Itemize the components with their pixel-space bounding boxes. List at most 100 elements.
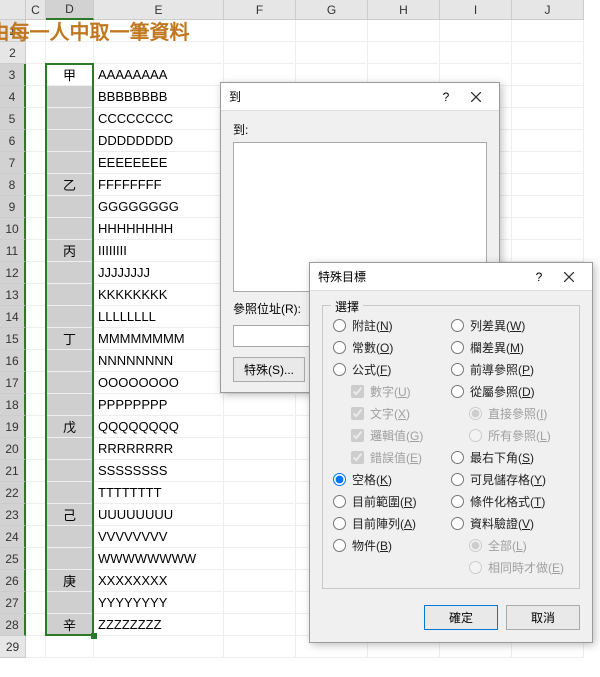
cell[interactable] [26,86,46,108]
cell[interactable] [224,504,296,526]
cell[interactable] [46,526,94,548]
radio-input[interactable] [451,363,464,376]
col-header-F[interactable]: F [224,0,296,20]
cell[interactable]: AAAAAAAA [94,64,224,86]
special-button[interactable]: 特殊(S)... [233,357,305,382]
row-header[interactable]: 4 [0,86,26,108]
cell[interactable] [26,460,46,482]
row-header[interactable]: 24 [0,526,26,548]
option-item[interactable]: 常數(O) [333,336,451,358]
cell[interactable] [46,108,94,130]
radio-input[interactable] [451,451,464,464]
cell[interactable] [94,42,224,64]
cell[interactable] [46,152,94,174]
option-item[interactable]: 可見儲存格(Y) [451,468,569,490]
cell[interactable]: KKKKKKKK [94,284,224,306]
cell[interactable] [512,196,584,218]
option-item[interactable]: 條件化格式(T) [451,490,569,512]
cell[interactable] [46,636,94,658]
cell[interactable]: 庚 [46,570,94,592]
cell[interactable] [296,20,368,42]
cell[interactable]: 乙 [46,174,94,196]
cancel-button[interactable]: 取消 [506,605,580,630]
cell[interactable] [46,460,94,482]
cell[interactable]: SSSSSSSS [94,460,224,482]
row-header[interactable]: 11 [0,240,26,262]
cell[interactable] [46,350,94,372]
cell[interactable]: TTTTTTTT [94,482,224,504]
cell[interactable]: BBBBBBBB [94,86,224,108]
radio-input[interactable] [333,495,346,508]
cell[interactable] [368,20,440,42]
cell[interactable]: DDDDDDDD [94,130,224,152]
cell[interactable] [46,394,94,416]
cell[interactable]: ZZZZZZZZ [94,614,224,636]
cell[interactable]: GGGGGGGG [94,196,224,218]
cell[interactable] [512,86,584,108]
cell[interactable] [26,130,46,152]
cell[interactable]: JJJJJJJJ [94,262,224,284]
cell[interactable] [512,108,584,130]
cell[interactable] [224,592,296,614]
cell[interactable] [512,240,584,262]
row-header[interactable]: 26 [0,570,26,592]
cell[interactable] [46,306,94,328]
cell[interactable] [512,42,584,64]
cell[interactable] [26,504,46,526]
cell[interactable]: 甲 [46,64,94,86]
close-icon[interactable] [554,267,584,287]
cell[interactable]: FFFFFFFF [94,174,224,196]
cell[interactable] [26,548,46,570]
special-titlebar[interactable]: 特殊目標 ? [310,263,592,291]
cell[interactable]: 丙 [46,240,94,262]
option-item[interactable]: 資料驗證(V) [451,512,569,534]
row-header[interactable]: 28 [0,614,26,636]
col-header-J[interactable]: J [512,0,584,20]
cell[interactable]: EEEEEEEE [94,152,224,174]
option-item[interactable]: 從屬參照(D) [451,380,569,402]
cell[interactable]: 己 [46,504,94,526]
cell[interactable] [26,636,46,658]
cell[interactable]: CCCCCCCC [94,108,224,130]
cell[interactable]: YYYYYYYY [94,592,224,614]
cell[interactable] [26,614,46,636]
cell[interactable]: RRRRRRRR [94,438,224,460]
cell[interactable] [224,460,296,482]
cell[interactable] [512,130,584,152]
cell[interactable]: WWWWWWWW [94,548,224,570]
radio-input[interactable] [333,473,346,486]
cell[interactable] [224,42,296,64]
cell[interactable] [26,108,46,130]
cell[interactable] [224,482,296,504]
cell[interactable] [94,636,224,658]
cell[interactable] [224,438,296,460]
cell[interactable] [26,306,46,328]
cell[interactable] [224,548,296,570]
row-header[interactable]: 12 [0,262,26,284]
row-header[interactable]: 2 [0,42,26,64]
row-header[interactable]: 8 [0,174,26,196]
option-item[interactable]: 目前陣列(A) [333,512,451,534]
fill-handle[interactable] [91,633,97,639]
col-header-G[interactable]: G [296,0,368,20]
row-header[interactable]: 29 [0,636,26,658]
row-header[interactable]: 18 [0,394,26,416]
row-header[interactable]: 22 [0,482,26,504]
row-header[interactable]: 5 [0,108,26,130]
row-header[interactable]: 20 [0,438,26,460]
cell[interactable] [440,42,512,64]
cell[interactable]: LLLLLLLL [94,306,224,328]
radio-input[interactable] [451,341,464,354]
option-item[interactable]: 空格(K) [333,468,451,490]
cell[interactable] [26,152,46,174]
col-header-H[interactable]: H [368,0,440,20]
radio-input[interactable] [333,517,346,530]
cell[interactable] [224,416,296,438]
option-item[interactable]: 物件(B) [333,534,451,556]
cell[interactable]: VVVVVVVV [94,526,224,548]
radio-input[interactable] [451,517,464,530]
cell[interactable] [26,218,46,240]
cell[interactable]: QQQQQQQQ [94,416,224,438]
option-item[interactable]: 列差異(W) [451,314,569,336]
cell[interactable]: IIIIIIII [94,240,224,262]
